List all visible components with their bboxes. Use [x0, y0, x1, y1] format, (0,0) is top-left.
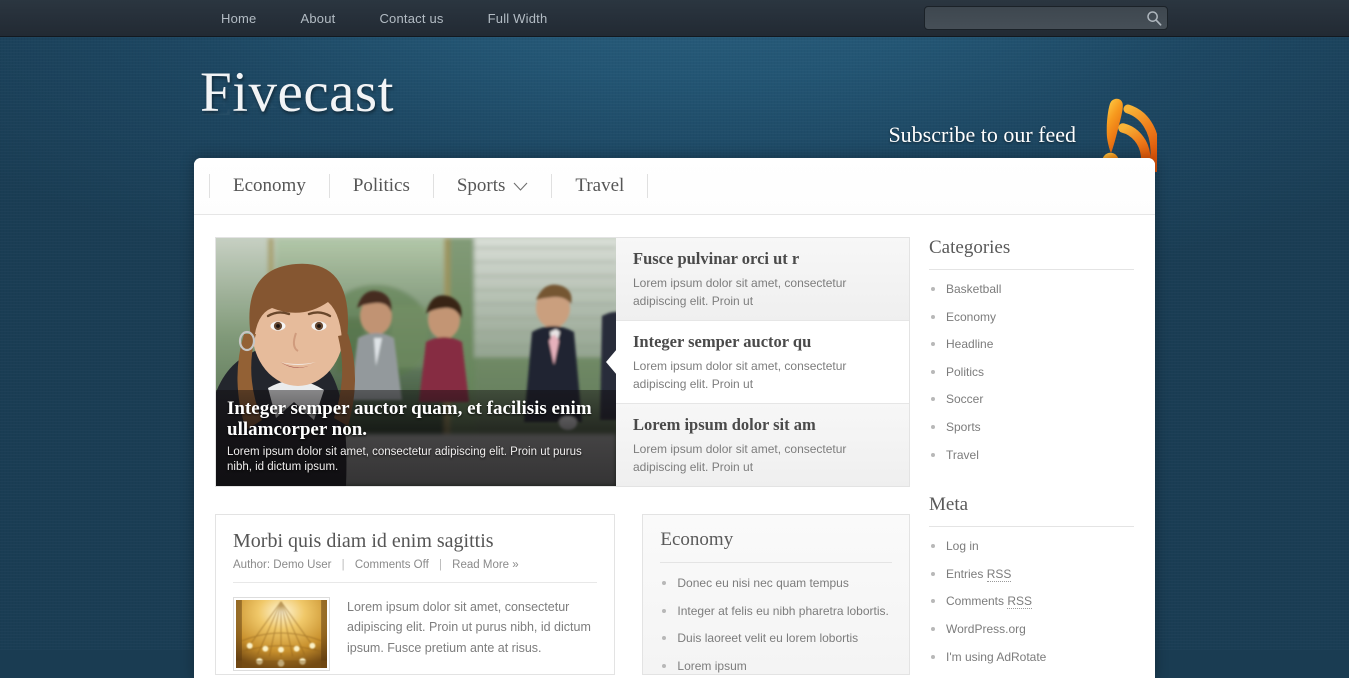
- list-item[interactable]: Soccer: [929, 386, 1134, 414]
- list-item[interactable]: WordPress.org: [929, 616, 1134, 644]
- post-body: Lorem ipsum dolor sit amet, consectetur …: [233, 583, 597, 671]
- featured-slider: Integer semper auctor quam, et facilisis…: [215, 237, 910, 487]
- content-panel: Economy Politics Sports Travel Integer s…: [194, 158, 1155, 678]
- list-item[interactable]: Comments RSS: [929, 588, 1134, 616]
- meta-item-adrotate[interactable]: I'm using AdRotate: [946, 650, 1046, 664]
- meta-widget: Meta Log in Entries RSS Comments RSS Wor…: [929, 494, 1134, 671]
- sidebar-item-economy[interactable]: Economy: [946, 310, 996, 324]
- sidebar-item-headline[interactable]: Headline: [946, 337, 993, 351]
- tab-politics[interactable]: Politics: [330, 174, 434, 198]
- tab-economy-label: Economy: [233, 175, 306, 196]
- tab-politics-label: Politics: [352, 175, 410, 196]
- categories-widget: Categories Basketball Economy Headline P…: [929, 237, 1134, 469]
- featured-caption: Integer semper auctor quam, et facilisis…: [216, 390, 616, 486]
- post-title[interactable]: Morbi quis diam id enim sagittis: [233, 529, 597, 553]
- subscribe-label: Subscribe to our feed: [888, 121, 1076, 147]
- search-icon: [1147, 11, 1162, 26]
- post-comments-link[interactable]: Comments Off: [355, 559, 429, 571]
- main-row: Integer semper auctor quam, et facilisis…: [194, 215, 1155, 678]
- slider-item-1-title: Fusce pulvinar orci ut r: [633, 249, 800, 268]
- meta-item-comments-rss[interactable]: Comments RSS: [946, 594, 1033, 610]
- categories-list: Basketball Economy Headline Politics Soc…: [929, 270, 1134, 469]
- site-title[interactable]: Fivecast: [200, 64, 394, 121]
- list-item[interactable]: Log in: [929, 533, 1134, 561]
- slider-item-1-excerpt: Lorem ipsum dolor sit amet, consectetur …: [633, 276, 847, 309]
- topnav-item-about[interactable]: About: [278, 0, 357, 37]
- post-thumbnail[interactable]: [233, 597, 330, 671]
- slider-item-list: Fusce pulvinar orci ut r Lorem ipsum dol…: [606, 238, 909, 486]
- slider-item-1[interactable]: Fusce pulvinar orci ut r Lorem ipsum dol…: [616, 238, 909, 321]
- tab-sports[interactable]: Sports: [434, 174, 553, 198]
- sidebar-item-politics[interactable]: Politics: [946, 365, 984, 379]
- featured-figure[interactable]: Integer semper auctor quam, et facilisis…: [216, 238, 616, 486]
- post-read-more-link[interactable]: Read More »: [452, 559, 518, 571]
- categories-title: Categories: [929, 237, 1134, 270]
- topnav-item-home[interactable]: Home: [199, 0, 278, 37]
- meta-item-log-in[interactable]: Log in: [946, 539, 979, 553]
- list-item[interactable]: Basketball: [929, 276, 1134, 304]
- list-item[interactable]: Donec eu nisi nec quam tempus: [660, 570, 892, 598]
- slider-item-2-excerpt: Lorem ipsum dolor sit amet, consectetur …: [633, 359, 847, 392]
- search-input[interactable]: [924, 6, 1168, 30]
- top-bar: Home About Contact us Full Width: [0, 0, 1349, 37]
- economy-item-1[interactable]: Donec eu nisi nec quam tempus: [677, 576, 848, 590]
- slider-item-3-excerpt: Lorem ipsum dolor sit amet, consectetur …: [633, 442, 847, 475]
- slider-item-3[interactable]: Lorem ipsum dolor sit am Lorem ipsum dol…: [616, 404, 909, 486]
- slider-item-3-title: Lorem ipsum dolor sit am: [633, 415, 816, 434]
- sidebar-item-sports[interactable]: Sports: [946, 420, 981, 434]
- rss-abbr: RSS: [1007, 594, 1033, 610]
- tab-travel-label: Travel: [575, 175, 625, 196]
- post-author: Author: Demo User: [233, 559, 332, 571]
- list-item[interactable]: Lorem ipsum: [660, 653, 892, 674]
- economy-item-2[interactable]: Integer at felis eu nibh pharetra lobort…: [677, 604, 888, 618]
- list-item[interactable]: Travel: [929, 442, 1134, 470]
- economy-widget: Economy Donec eu nisi nec quam tempus In…: [642, 514, 910, 675]
- slider-item-2-title: Integer semper auctor qu: [633, 332, 812, 351]
- rss-abbr: RSS: [986, 566, 1012, 582]
- list-item[interactable]: Politics: [929, 359, 1134, 387]
- post-meta-separator-1: |: [341, 559, 345, 571]
- meta-item-entries-label: Entries: [946, 566, 987, 581]
- lower-content-row: Morbi quis diam id enim sagittis Author:…: [215, 514, 910, 675]
- list-item[interactable]: I'm using AdRotate: [929, 644, 1134, 672]
- chevron-down-icon: [514, 182, 528, 191]
- content-column: Integer semper auctor quam, et facilisis…: [194, 237, 910, 678]
- search-button[interactable]: [1144, 8, 1164, 28]
- list-item[interactable]: Economy: [929, 304, 1134, 332]
- tab-travel[interactable]: Travel: [552, 174, 649, 198]
- post-card: Morbi quis diam id enim sagittis Author:…: [215, 514, 616, 675]
- topnav-item-full-width[interactable]: Full Width: [466, 0, 570, 37]
- featured-caption-title: Integer semper auctor quam, et facilisis…: [227, 398, 592, 441]
- post-meta: Author: Demo User | Comments Off | Read …: [233, 559, 598, 583]
- search-container: [924, 6, 1168, 30]
- list-item[interactable]: Duis laoreet velit eu lorem lobortis: [660, 625, 892, 653]
- economy-widget-title: Economy: [660, 529, 892, 563]
- featured-caption-text: Lorem ipsum dolor sit amet, consectetur …: [227, 445, 582, 473]
- meta-item-comments-label: Comments: [946, 594, 1008, 609]
- topnav-item-contact-us[interactable]: Contact us: [357, 0, 465, 37]
- sidebar-item-basketball[interactable]: Basketball: [946, 282, 1001, 296]
- list-item[interactable]: Entries RSS: [929, 561, 1134, 589]
- meta-title: Meta: [929, 494, 1134, 528]
- post-meta-separator-2: |: [438, 559, 442, 571]
- meta-item-wordpress-org[interactable]: WordPress.org: [946, 622, 1026, 636]
- top-navigation: Home About Contact us Full Width: [199, 0, 569, 37]
- list-item[interactable]: Integer at felis eu nibh pharetra lobort…: [660, 598, 892, 626]
- list-item[interactable]: Sports: [929, 414, 1134, 442]
- sidebar-item-travel[interactable]: Travel: [946, 448, 979, 462]
- tab-economy[interactable]: Economy: [209, 174, 330, 198]
- tab-sports-label: Sports: [456, 175, 506, 196]
- post-thumbnail-image: [236, 600, 327, 668]
- slider-item-2[interactable]: Integer semper auctor qu Lorem ipsum dol…: [606, 321, 909, 404]
- economy-widget-list: Donec eu nisi nec quam tempus Integer at…: [660, 563, 892, 674]
- list-item[interactable]: Headline: [929, 331, 1134, 359]
- sidebar: Categories Basketball Economy Headline P…: [910, 237, 1134, 678]
- economy-item-4[interactable]: Lorem ipsum: [677, 659, 746, 673]
- sidebar-item-soccer[interactable]: Soccer: [946, 392, 983, 406]
- meta-item-entries-rss[interactable]: Entries RSS: [946, 566, 1012, 582]
- post-excerpt: Lorem ipsum dolor sit amet, consectetur …: [347, 600, 591, 655]
- economy-item-3[interactable]: Duis laoreet velit eu lorem lobortis: [677, 631, 858, 645]
- site-header: Fivecast Fivecast Subscribe to our feed: [0, 37, 1349, 172]
- category-tabs: Economy Politics Sports Travel: [194, 158, 1155, 215]
